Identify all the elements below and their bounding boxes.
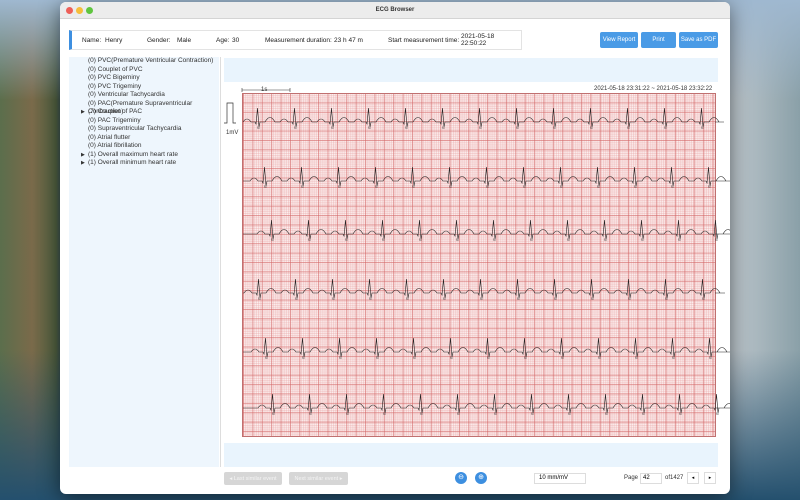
beat-label: N (604, 238, 607, 242)
beat-label: N (664, 126, 667, 130)
beat-label: N (405, 126, 408, 130)
beat-label: N (420, 412, 423, 416)
beat-label: N (308, 238, 311, 242)
beat-label: N (413, 356, 416, 360)
beat-label: N (457, 412, 460, 416)
next-similar-event-button[interactable]: Next similar event ▸ (289, 472, 348, 485)
time-scale-bar (241, 88, 291, 92)
beat-label: N (382, 238, 385, 242)
beat-label: N (554, 297, 557, 301)
beat-label: N (715, 238, 718, 242)
ecg-strip (243, 219, 730, 240)
beat-label: N (486, 185, 489, 189)
beat-label: N (375, 185, 378, 189)
beat-label: N (264, 185, 267, 189)
beat-label: N (568, 412, 571, 416)
beat-label: N (265, 356, 268, 360)
beat-label: N (517, 297, 520, 301)
beat-label: N (376, 356, 379, 360)
beat-label: N (708, 185, 711, 189)
beat-label: N (560, 185, 563, 189)
beat-label: N (598, 356, 601, 360)
beat-label: N (494, 412, 497, 416)
ecg-strip (243, 337, 730, 358)
calibration-pulse (224, 102, 236, 124)
beat-label: N (531, 412, 534, 416)
beat-label: N (331, 126, 334, 130)
page-label: Page (624, 475, 639, 481)
beat-label: N (524, 356, 527, 360)
beat-label: N (338, 185, 341, 189)
ecg-strip (243, 166, 730, 187)
beat-label: N (302, 356, 305, 360)
beat-label: N (369, 297, 372, 301)
beat-label: N (272, 412, 275, 416)
beat-label: N (493, 238, 496, 242)
prev-page-button[interactable]: ◂ (687, 472, 699, 484)
ecg-strip (243, 278, 725, 299)
beat-label: N (368, 126, 371, 130)
beat-label: N (634, 185, 637, 189)
next-page-button[interactable]: ▸ (704, 472, 716, 484)
zoom-in-icon[interactable]: ⊕ (475, 472, 487, 484)
beat-label: N (443, 297, 446, 301)
beat-label: N (641, 238, 644, 242)
beat-label: N (332, 297, 335, 301)
beat-label: N (271, 238, 274, 242)
beat-label: N (309, 412, 312, 416)
app-window: ECG Browser Name: Henry Gender: Male Age… (60, 2, 730, 494)
beat-label: N (456, 238, 459, 242)
beat-label: N (258, 297, 261, 301)
beat-label: N (487, 356, 490, 360)
beat-label: N (383, 412, 386, 416)
beat-label: N (295, 297, 298, 301)
page-count: of1427 (665, 475, 684, 481)
beat-label: N (339, 356, 342, 360)
beat-label: N (591, 297, 594, 301)
beat-label: N (301, 185, 304, 189)
beat-label: N (716, 412, 719, 416)
beat-label: N (627, 126, 630, 130)
gain-select[interactable]: 10 mm/mV (534, 473, 586, 484)
beat-label: N (516, 126, 519, 130)
beat-label: N (257, 126, 260, 130)
beat-label: N (450, 356, 453, 360)
beat-label: N (561, 356, 564, 360)
beat-label: N (635, 356, 638, 360)
beat-label: N (567, 238, 570, 242)
beat-label: N (679, 412, 682, 416)
ecg-strip (243, 393, 730, 414)
last-similar-event-button[interactable]: ◂ Last similar event (224, 472, 282, 485)
beat-label: N (678, 238, 681, 242)
beat-label: N (345, 238, 348, 242)
beat-label: N (590, 126, 593, 130)
beat-label: N (701, 126, 704, 130)
beat-label: N (672, 356, 675, 360)
beat-label: N (442, 126, 445, 130)
beat-label: N (406, 297, 409, 301)
beat-label: N (479, 126, 482, 130)
beat-label: N (642, 412, 645, 416)
beat-label: N (553, 126, 556, 130)
beat-label: N (523, 185, 526, 189)
ecg-traces: N N N N N N N N N N N N N N N N N N N N N N N N N N N N N N N N N N N N N N N N… (224, 88, 730, 416)
beat-label: N (605, 412, 608, 416)
beat-label: N (671, 185, 674, 189)
page-input[interactable]: 42 (640, 473, 662, 484)
beat-label: N (530, 238, 533, 242)
beat-label: N (480, 297, 483, 301)
ecg-strip (242, 107, 724, 128)
beat-label: N (628, 297, 631, 301)
beat-label: N (709, 356, 712, 360)
beat-label: N (702, 297, 705, 301)
beat-label: N (597, 185, 600, 189)
beat-label: N (412, 185, 415, 189)
beat-label: N (665, 297, 668, 301)
beat-label: N (346, 412, 349, 416)
beat-label: N (294, 126, 297, 130)
beat-label: N (419, 238, 422, 242)
beat-label: N (449, 185, 452, 189)
zoom-out-icon[interactable]: ⊖ (455, 472, 467, 484)
